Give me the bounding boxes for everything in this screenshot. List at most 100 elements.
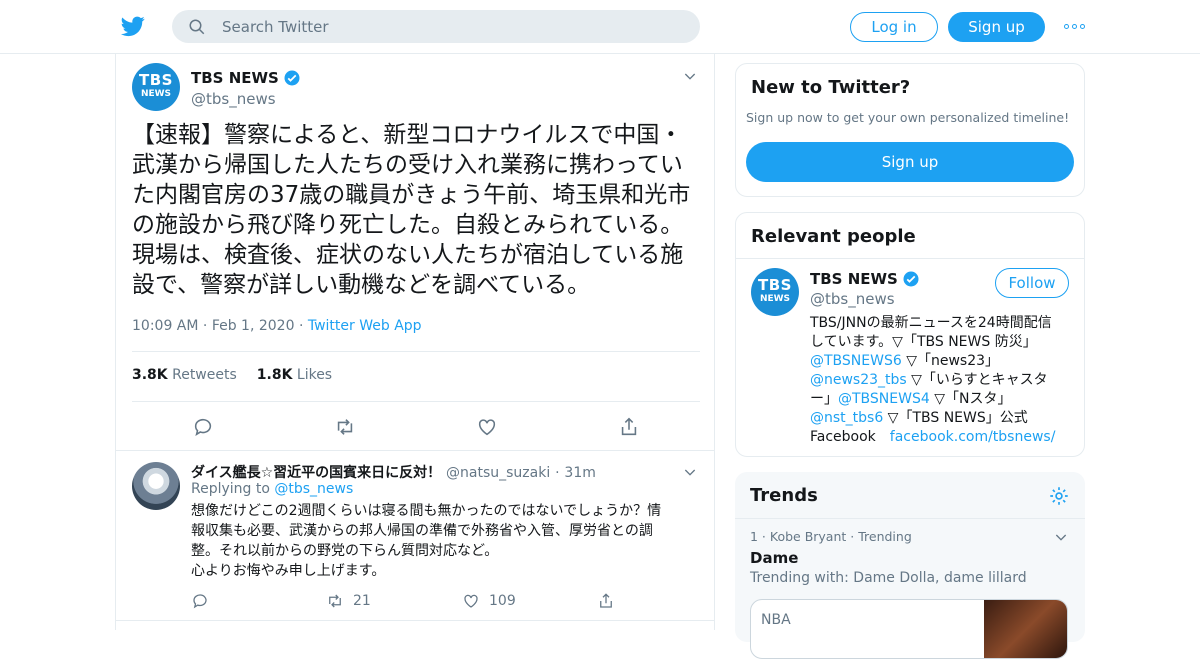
reply-icon[interactable] [192, 416, 214, 438]
avatar[interactable]: TBS NEWS [751, 268, 799, 316]
gear-icon[interactable] [1048, 485, 1070, 507]
retweet-icon[interactable] [334, 416, 356, 438]
relevant-people-title: Relevant people [751, 226, 916, 247]
reply-text-line: 報収集も必要、武漢からの邦人帰国の準備で外務省や入管、厚労省との調 [191, 523, 653, 539]
chevron-down-icon[interactable] [682, 464, 698, 480]
author-name-text: TBS NEWS [191, 69, 279, 87]
like-icon [464, 594, 478, 608]
bio-text: ▽「Nスタ」 [929, 391, 1012, 407]
tweet-time[interactable]: 10:09 AM [132, 318, 198, 334]
tweet-source-link[interactable]: Twitter Web App [308, 318, 422, 334]
tweet-stats: 3.8K Retweets 1.8K Likes [132, 367, 332, 383]
search-input[interactable] [222, 17, 662, 36]
replying-prefix: Replying to [191, 481, 270, 497]
main-timeline-column: TBS NEWS TBS NEWS @tbs_news 【速報】警察によると、新… [115, 54, 715, 630]
replying-to-link[interactable]: @tbs_news [274, 481, 353, 497]
divider [132, 351, 700, 352]
avatar-text-top: TBS [139, 71, 173, 89]
sign-up-button[interactable]: Sign up [948, 12, 1045, 42]
reply-icon [193, 594, 207, 609]
bio-text: Facebook [810, 429, 890, 445]
relevant-people-card: Relevant people TBS NEWS TBS NEWS @tbs_n… [735, 212, 1085, 457]
more-options-icon[interactable] [1064, 20, 1086, 32]
reply-reply-action[interactable] [191, 592, 209, 610]
person-name[interactable]: TBS NEWS [810, 270, 920, 288]
likes-stat[interactable]: 1.8K Likes [257, 367, 332, 383]
new-to-twitter-title: New to Twitter? [751, 77, 911, 98]
twitter-bird-icon[interactable] [120, 14, 146, 38]
reply-dot: · [555, 465, 560, 481]
log-in-button[interactable]: Log in [850, 12, 938, 42]
top-navigation-bar: Log in Sign up [0, 0, 1200, 54]
trend-name[interactable]: Dame [750, 549, 798, 567]
trend-meta: 1 · Kobe Bryant · Trending [750, 529, 912, 544]
bio-text: TBS/JNNの最新ニュースを24時間配信 [810, 315, 1052, 331]
avatar-text-bottom: NEWS [759, 294, 791, 304]
retweet-icon [329, 594, 341, 608]
retweets-stat[interactable]: 3.8K Retweets [132, 367, 237, 383]
facebook-link[interactable]: facebook.com/tbsnews/ [890, 429, 1056, 445]
author-name[interactable]: TBS NEWS [191, 69, 301, 87]
reply-avatar[interactable] [132, 462, 180, 510]
share-icon[interactable] [618, 416, 640, 438]
reply-author-row[interactable]: ダイス艦長☆習近平の国賓来日に反対！ @natsu_suzaki · 31m [191, 462, 596, 482]
bio-text: ▽「いらすとキャスタ [906, 372, 1048, 388]
bio-text: ▽「news23」 [901, 353, 1000, 369]
reply-author-handle: @natsu_suzaki [446, 465, 551, 481]
trends-card: Trends 1 · Kobe Bryant · Trending Dame T… [735, 472, 1085, 659]
reply-retweet-action[interactable]: 21 [325, 592, 371, 610]
search-bar[interactable] [172, 10, 700, 43]
person-bio: TBS/JNNの最新ニュースを24時間配信 しています。▽「TBS NEWS 防… [810, 314, 1075, 447]
follow-button[interactable]: Follow [995, 268, 1069, 298]
divider [735, 518, 1085, 519]
retweets-count: 3.8K [132, 367, 168, 383]
reply-text-line: 想像だけどこの2週間くらいは寝る間も無かったのではないでしょうか？情 [191, 503, 662, 519]
reply-share-action[interactable] [597, 592, 615, 610]
trends-title: Trends [750, 485, 818, 506]
chevron-down-icon[interactable] [1053, 529, 1069, 545]
reply-text-line: 心よりお悔やみ申し上げます。 [191, 563, 386, 579]
likes-label: Likes [296, 367, 333, 383]
verified-badge-icon [284, 70, 300, 86]
person-handle[interactable]: @tbs_news [810, 290, 895, 308]
bio-text: ▽「TBS NEWS」公式 [883, 410, 1028, 426]
verified-badge-icon [903, 271, 919, 287]
share-icon [600, 593, 612, 608]
divider [116, 450, 714, 451]
person-name-text: TBS NEWS [810, 270, 898, 288]
reply-like-count: 109 [489, 593, 516, 609]
divider [736, 258, 1084, 259]
new-to-twitter-subtitle: Sign up now to get your own personalized… [746, 110, 1070, 125]
retweets-label: Retweets [172, 367, 237, 383]
bio-text: しています。▽「TBS NEWS 防災」 [810, 334, 1037, 350]
tweet-date[interactable]: Feb 1, 2020 [212, 318, 295, 334]
reply-author-name: ダイス艦長☆習近平の国賓来日に反対！ [191, 465, 442, 481]
avatar-text-top: TBS [758, 276, 792, 294]
tweet-meta: 10:09 AM · Feb 1, 2020 · Twitter Web App [132, 318, 422, 334]
chevron-down-icon[interactable] [682, 68, 698, 84]
like-icon[interactable] [476, 416, 498, 438]
mention-link[interactable]: @news23_tbs [810, 372, 907, 388]
divider [116, 620, 714, 621]
author-handle[interactable]: @tbs_news [191, 90, 276, 108]
trend-news-card[interactable]: NBA [750, 599, 1068, 659]
replying-to: Replying to @tbs_news [191, 481, 353, 497]
avatar-text-bottom: NEWS [140, 89, 172, 99]
reply-text: 想像だけどこの2週間くらいは寝る間も無かったのではないでしょうか？情 報収集も必… [191, 501, 701, 581]
trend-card-label: NBA [761, 612, 791, 628]
reply-text-line: 整。それ以前からの野党の下らん質問対応など。 [191, 543, 499, 559]
divider [132, 401, 700, 402]
avatar[interactable]: TBS NEWS [132, 63, 180, 111]
reply-like-action[interactable]: 109 [461, 592, 516, 610]
mention-link[interactable]: @TBSNEWS4 [838, 391, 930, 407]
bio-text: ー」 [810, 391, 838, 407]
search-icon [189, 19, 205, 34]
likes-count: 1.8K [256, 367, 293, 383]
mention-link[interactable]: @nst_tbs6 [810, 410, 883, 426]
mention-link[interactable]: @TBSNEWS6 [810, 353, 902, 369]
new-to-twitter-card: New to Twitter? Sign up now to get your … [735, 63, 1085, 197]
reply-retweet-count: 21 [353, 593, 371, 609]
reply-age[interactable]: 31m [564, 465, 595, 481]
trend-related: Trending with: Dame Dolla, dame lillard [750, 570, 1027, 586]
sidebar-sign-up-button[interactable]: Sign up [746, 142, 1074, 182]
